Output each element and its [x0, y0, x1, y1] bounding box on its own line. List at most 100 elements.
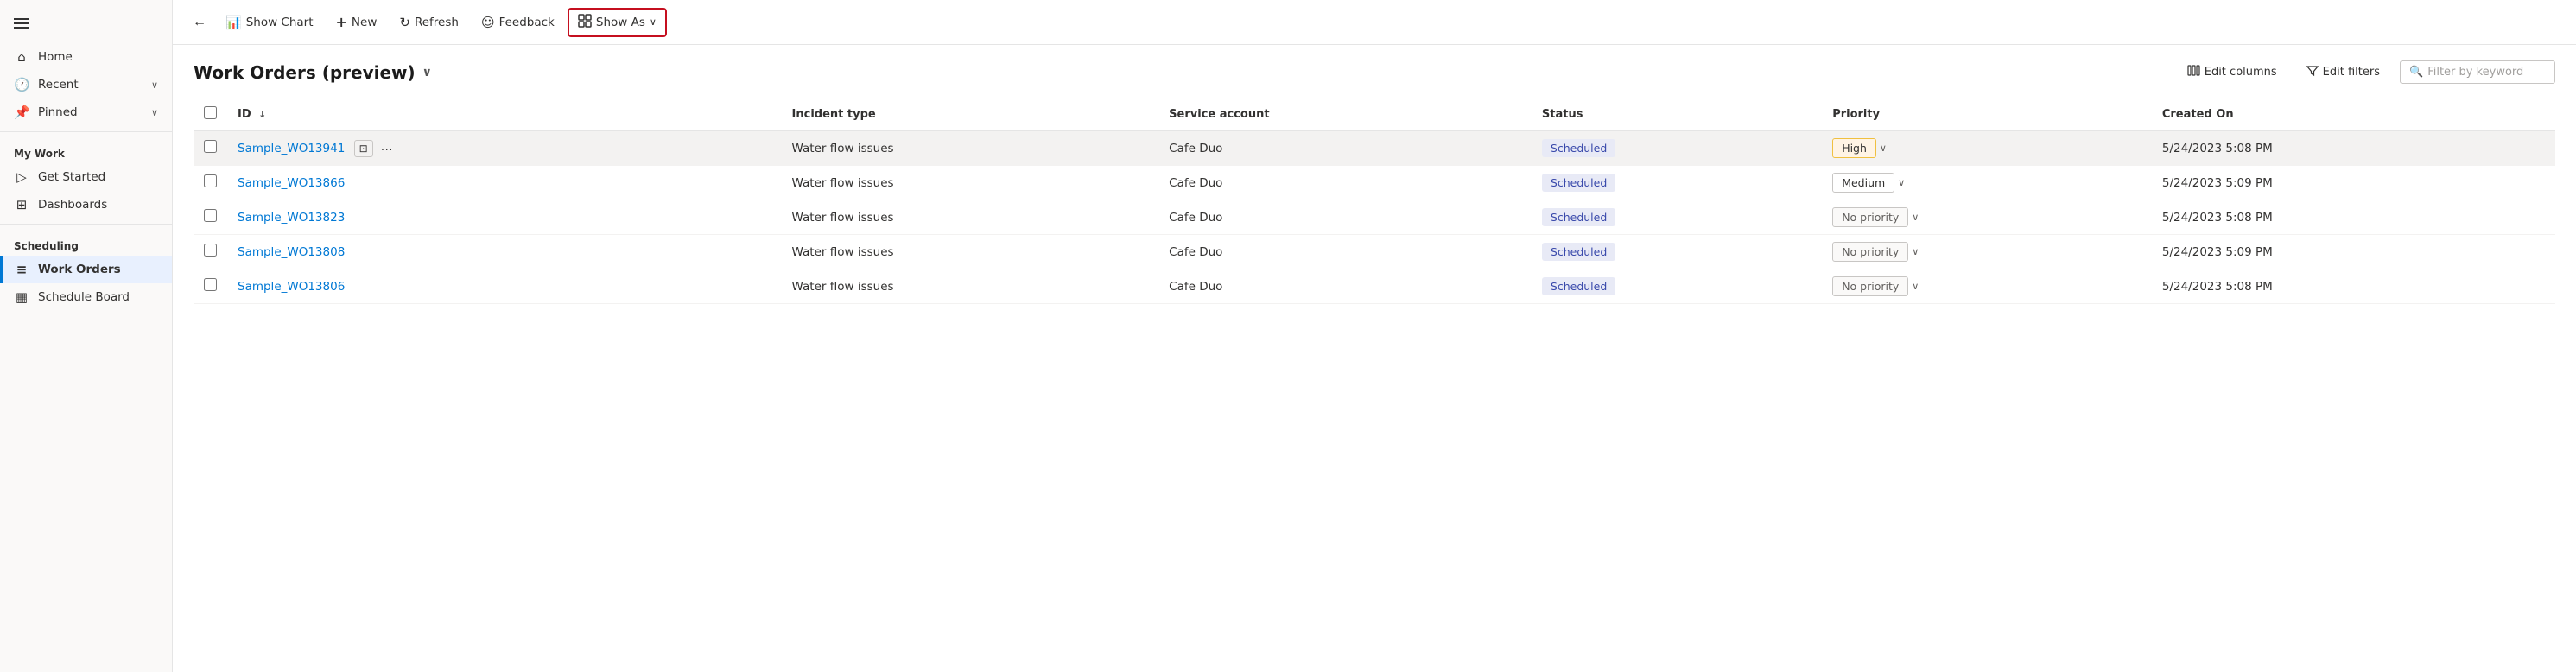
incident-type-value: Water flow issues: [792, 280, 894, 294]
column-id[interactable]: ID ↓: [227, 99, 782, 130]
column-incident-type[interactable]: Incident type: [782, 99, 1159, 130]
filter-placeholder: Filter by keyword: [2427, 66, 2523, 79]
priority-cell-container: High ∨: [1832, 138, 2141, 158]
row-created-on-cell: 5/24/2023 5:09 PM: [2152, 235, 2555, 269]
priority-chevron-icon[interactable]: ∨: [1912, 246, 1919, 257]
sidebar-item-recent[interactable]: 🕐 Recent ∨: [0, 71, 172, 98]
feedback-label: Feedback: [499, 16, 555, 29]
back-button[interactable]: ←: [187, 10, 213, 35]
row-select-checkbox[interactable]: [204, 278, 217, 291]
service-account-value: Cafe Duo: [1169, 280, 1222, 294]
refresh-button[interactable]: ↻ Refresh: [390, 10, 468, 35]
created-on-value: 5/24/2023 5:09 PM: [2162, 176, 2273, 190]
work-order-link[interactable]: Sample_WO13823: [238, 211, 345, 225]
row-id-cell: Sample_WO13808: [227, 235, 782, 269]
column-service-account[interactable]: Service account: [1158, 99, 1532, 130]
sidebar-item-dashboards[interactable]: ⊞ Dashboards: [0, 191, 172, 219]
row-service-account-cell: Cafe Duo: [1158, 269, 1532, 304]
feedback-button[interactable]: ☺ Feedback: [472, 10, 564, 35]
row-select-checkbox[interactable]: [204, 209, 217, 222]
row-incident-type-cell: Water flow issues: [782, 269, 1159, 304]
col-incident-label: Incident type: [792, 108, 876, 121]
priority-badge: No priority: [1832, 276, 1908, 296]
home-icon: ⌂: [14, 49, 29, 65]
col-service-label: Service account: [1169, 108, 1269, 121]
work-order-link[interactable]: Sample_WO13808: [238, 245, 345, 259]
pin-icon: 📌: [14, 105, 29, 120]
column-created-on[interactable]: Created On: [2152, 99, 2555, 130]
row-status-cell: Scheduled: [1532, 235, 1822, 269]
status-badge: Scheduled: [1542, 243, 1615, 261]
priority-chevron-icon[interactable]: ∨: [1898, 177, 1905, 188]
priority-badge: Medium: [1832, 173, 1894, 193]
incident-type-value: Water flow issues: [792, 176, 894, 190]
feedback-icon: ☺: [481, 15, 495, 30]
new-button[interactable]: + New: [327, 9, 387, 35]
list-icon: ≡: [14, 262, 29, 277]
sidebar-item-work-orders[interactable]: ≡ Work Orders: [0, 256, 172, 283]
play-icon: ▷: [14, 169, 29, 185]
priority-badge: No priority: [1832, 242, 1908, 262]
sidebar: ⌂ Home 🕐 Recent ∨ 📌 Pinned ∨ My Work ▷ G…: [0, 0, 173, 672]
edit-columns-button[interactable]: Edit columns: [2178, 59, 2287, 86]
priority-cell-container: No priority ∨: [1832, 276, 2141, 296]
more-options-button[interactable]: ···: [377, 140, 397, 157]
filter-by-keyword-input[interactable]: 🔍 Filter by keyword: [2400, 60, 2555, 84]
row-service-account-cell: Cafe Duo: [1158, 200, 1532, 235]
open-record-button[interactable]: ⊡: [354, 140, 373, 157]
grid-icon: ⊞: [14, 197, 29, 212]
clock-icon: 🕐: [14, 77, 29, 92]
page-title-text: Work Orders (preview): [194, 62, 416, 83]
sidebar-item-get-started[interactable]: ▷ Get Started: [0, 163, 172, 191]
sidebar-item-get-started-label: Get Started: [38, 170, 105, 184]
col-created-label: Created On: [2162, 108, 2234, 121]
select-all-header[interactable]: [194, 99, 227, 130]
work-order-link[interactable]: Sample_WO13941: [238, 142, 345, 155]
row-priority-cell: No priority ∨: [1822, 235, 2152, 269]
table-row: Sample_WO13866 Water flow issues Cafe Du…: [194, 166, 2555, 200]
edit-filters-label: Edit filters: [2323, 66, 2380, 79]
table-row: Sample_WO13941 ⊡ ··· Water flow issues C…: [194, 130, 2555, 166]
row-checkbox-cell: [194, 269, 227, 304]
page-title[interactable]: Work Orders (preview) ∨: [194, 62, 432, 83]
chevron-down-icon: ∨: [151, 107, 158, 118]
work-order-link[interactable]: Sample_WO13806: [238, 280, 345, 294]
search-icon: 🔍: [2409, 66, 2423, 79]
sort-icon: ↓: [258, 109, 266, 120]
table-row: Sample_WO13823 Water flow issues Cafe Du…: [194, 200, 2555, 235]
row-select-checkbox[interactable]: [204, 244, 217, 257]
show-as-button[interactable]: Show As ∨: [568, 8, 667, 37]
column-priority[interactable]: Priority: [1822, 99, 2152, 130]
priority-chevron-icon[interactable]: ∨: [1912, 212, 1919, 223]
show-as-icon: [578, 14, 592, 31]
edit-columns-icon: [2187, 64, 2200, 80]
scheduling-section: Scheduling: [0, 230, 172, 256]
work-order-link[interactable]: Sample_WO13866: [238, 176, 345, 190]
row-checkbox-cell: [194, 130, 227, 166]
row-id-cell: Sample_WO13806: [227, 269, 782, 304]
chevron-down-icon: ∨: [151, 79, 158, 91]
row-actions: ⊡ ···: [354, 140, 397, 157]
priority-chevron-icon[interactable]: ∨: [1912, 281, 1919, 292]
priority-badge: High: [1832, 138, 1876, 158]
sidebar-item-pinned[interactable]: 📌 Pinned ∨: [0, 98, 172, 126]
table-header-row: ID ↓ Incident type Service account Statu…: [194, 99, 2555, 130]
edit-filters-button[interactable]: Edit filters: [2297, 60, 2389, 86]
sidebar-item-schedule-board[interactable]: ▦ Schedule Board: [0, 283, 172, 311]
row-select-checkbox[interactable]: [204, 174, 217, 187]
column-status[interactable]: Status: [1532, 99, 1822, 130]
hamburger-button[interactable]: [0, 7, 172, 43]
created-on-value: 5/24/2023 5:08 PM: [2162, 280, 2273, 294]
table-row: Sample_WO13808 Water flow issues Cafe Du…: [194, 235, 2555, 269]
row-select-checkbox[interactable]: [204, 140, 217, 153]
sidebar-item-recent-label: Recent: [38, 78, 79, 92]
show-chart-button[interactable]: 📊 Show Chart: [216, 10, 323, 35]
row-created-on-cell: 5/24/2023 5:09 PM: [2152, 166, 2555, 200]
select-all-checkbox[interactable]: [204, 106, 217, 119]
refresh-label: Refresh: [415, 16, 459, 29]
row-checkbox-cell: [194, 166, 227, 200]
sidebar-item-home[interactable]: ⌂ Home: [0, 43, 172, 71]
incident-type-value: Water flow issues: [792, 211, 894, 225]
row-status-cell: Scheduled: [1532, 269, 1822, 304]
priority-chevron-icon[interactable]: ∨: [1880, 143, 1887, 154]
